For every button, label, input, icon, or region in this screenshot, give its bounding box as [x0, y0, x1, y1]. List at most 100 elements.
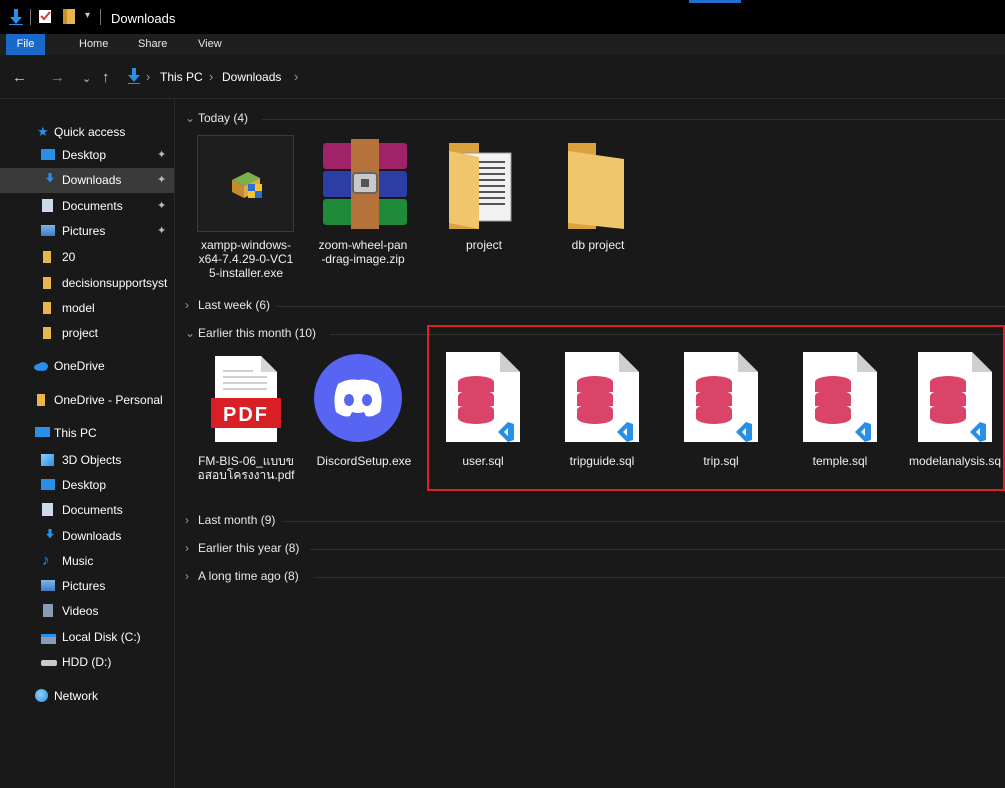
desktop-icon	[41, 479, 55, 490]
title-bar: ▾ Downloads	[0, 0, 1005, 34]
quick-access-dropdown-icon[interactable]: ▾	[85, 10, 90, 21]
sidebar-item-project[interactable]: project	[0, 321, 174, 346]
file-name-line: project	[465, 238, 503, 252]
group-title: Today (4)	[198, 111, 249, 125]
sidebar-item-pc-pictures[interactable]: Pictures	[0, 574, 174, 599]
chevron-right-icon: ›	[185, 569, 189, 583]
tab-file[interactable]: File	[6, 34, 45, 55]
breadcrumb-separator-icon: ›	[146, 69, 151, 84]
sidebar-item-quick-access[interactable]: ★ Quick access	[0, 120, 174, 145]
recent-locations-chevron-icon[interactable]: ⌄	[82, 72, 91, 85]
sidebar-item-onedrive-personal[interactable]: OneDrive - Personal	[0, 388, 174, 413]
download-arrow-icon	[9, 9, 23, 25]
music-note-icon: ♪	[42, 552, 50, 569]
tab-share[interactable]: Share	[138, 34, 167, 55]
sidebar-item-pc-documents[interactable]: Documents	[0, 498, 174, 523]
sidebar-item-music[interactable]: ♪ Music	[0, 549, 174, 574]
sidebar-label: Desktop	[62, 148, 107, 162]
sidebar-label: Network	[54, 689, 99, 703]
desktop-icon	[41, 149, 55, 160]
sidebar-label: 20	[62, 250, 76, 264]
sidebar-item-pc-downloads[interactable]: Downloads	[0, 524, 174, 549]
group-header-today[interactable]: ⌄ Today (4)	[185, 111, 248, 125]
title-divider-2	[100, 9, 101, 25]
sidebar-item-downloads[interactable]: Downloads ✦	[0, 168, 174, 193]
sidebar-item-folder-20[interactable]: 20	[0, 245, 174, 270]
file-item-discord-setup[interactable]: DiscordSetup.exe	[309, 350, 419, 490]
file-item-zoom-zip[interactable]: zoom-wheel-pan -drag-image.zip	[308, 135, 418, 285]
title-divider	[30, 9, 31, 25]
breadcrumb-this-pc[interactable]: This PC	[160, 70, 203, 84]
downloads-location-icon	[128, 68, 140, 84]
file-item-db-project-folder[interactable]: db project	[543, 135, 653, 285]
sidebar-label: project	[62, 326, 99, 340]
navigation-pane[interactable]: ★ Quick access Desktop ✦ Downloads ✦ Doc…	[0, 99, 175, 788]
file-item-fm-bis-pdf[interactable]: PDF FM-BIS-06_แบบข อสอบโครงงาน.pdf	[191, 350, 301, 490]
file-item-xampp[interactable]: xampp-windows- x64-7.4.29-0-VC1 5-instal…	[191, 135, 301, 285]
tab-home[interactable]: Home	[79, 34, 108, 55]
sidebar-item-documents[interactable]: Documents ✦	[0, 194, 174, 219]
sidebar-item-decisionsupportsyst[interactable]: decisionsupportsyst	[0, 271, 174, 296]
sidebar-item-network[interactable]: Network	[0, 684, 174, 709]
pin-icon[interactable]: ✦	[157, 173, 166, 186]
file-name: xampp-windows- x64-7.4.29-0-VC1 5-instal…	[191, 238, 301, 280]
sidebar-label: HDD (D:)	[62, 655, 112, 669]
group-header-earlier-this-year[interactable]: › Earlier this year (8)	[185, 541, 299, 555]
file-name: FM-BIS-06_แบบข อสอบโครงงาน.pdf	[191, 454, 301, 482]
title-accent-line	[689, 0, 741, 3]
cube-icon	[41, 454, 54, 466]
sidebar-item-pictures[interactable]: Pictures ✦	[0, 219, 174, 244]
drive-icon	[41, 660, 57, 666]
file-name-line: -drag-image.zip	[321, 252, 405, 266]
group-title: Earlier this year (8)	[198, 541, 300, 555]
new-folder-icon[interactable]	[63, 9, 75, 24]
group-header-earlier-this-month[interactable]: ⌄ Earlier this month (10)	[185, 326, 316, 340]
window-title: Downloads	[111, 11, 176, 26]
tab-view[interactable]: View	[198, 34, 222, 55]
sidebar-label: Downloads	[62, 529, 122, 543]
sidebar-item-videos[interactable]: Videos	[0, 599, 174, 624]
group-title: Earlier this month (10)	[198, 326, 317, 340]
sidebar-label: Pictures	[62, 224, 106, 238]
file-item-project-folder[interactable]: project	[429, 135, 539, 285]
group-header-long-time-ago[interactable]: › A long time ago (8)	[185, 569, 299, 583]
file-name-line: DiscordSetup.exe	[316, 454, 412, 468]
group-header-last-month[interactable]: › Last month (9)	[185, 513, 275, 527]
chevron-right-icon: ›	[185, 298, 189, 312]
address-bar: ← → ⌄ ↑ › This PC › Downloads ›	[0, 55, 1005, 99]
group-title: Last month (9)	[198, 513, 276, 527]
back-arrow-icon[interactable]: ←	[12, 69, 27, 86]
sidebar-item-hdd-d[interactable]: HDD (D:)	[0, 650, 174, 675]
sidebar-item-desktop[interactable]: Desktop ✦	[0, 143, 174, 168]
folder-with-documents-icon	[449, 143, 512, 229]
forward-arrow-icon[interactable]: →	[50, 69, 65, 86]
breadcrumb-downloads[interactable]: Downloads	[222, 70, 281, 84]
documents-icon	[42, 199, 53, 212]
pdf-label: PDF	[223, 404, 269, 426]
pin-icon[interactable]: ✦	[157, 224, 166, 237]
sidebar-item-onedrive[interactable]: OneDrive	[0, 354, 174, 379]
sidebar-item-local-disk-c[interactable]: Local Disk (C:)	[0, 625, 174, 650]
file-name: project	[429, 238, 539, 252]
breadcrumb-separator-icon[interactable]: ›	[294, 69, 298, 84]
file-name: zoom-wheel-pan -drag-image.zip	[308, 238, 418, 266]
sidebar-label: Quick access	[54, 125, 126, 139]
sidebar-item-this-pc[interactable]: This PC	[0, 421, 174, 446]
group-header-last-week[interactable]: › Last week (6)	[185, 298, 270, 312]
sidebar-item-model[interactable]: model	[0, 296, 174, 321]
up-arrow-icon[interactable]: ↑	[102, 69, 110, 86]
pin-icon[interactable]: ✦	[157, 199, 166, 212]
pin-icon[interactable]: ✦	[157, 148, 166, 161]
group-divider	[277, 306, 1005, 307]
sidebar-label: This PC	[54, 426, 97, 440]
sidebar-item-pc-desktop[interactable]: Desktop	[0, 473, 174, 498]
sidebar-label: Pictures	[62, 579, 106, 593]
folder-icon	[568, 143, 624, 229]
sidebar-label: 3D Objects	[62, 453, 122, 467]
file-name-line: zoom-wheel-pan	[318, 238, 408, 252]
file-name-line: x64-7.4.29-0-VC1	[198, 252, 294, 266]
properties-check-icon[interactable]	[39, 9, 53, 24]
file-name: db project	[543, 238, 653, 252]
folder-icon	[43, 302, 51, 314]
sidebar-item-3d-objects[interactable]: 3D Objects	[0, 448, 174, 473]
